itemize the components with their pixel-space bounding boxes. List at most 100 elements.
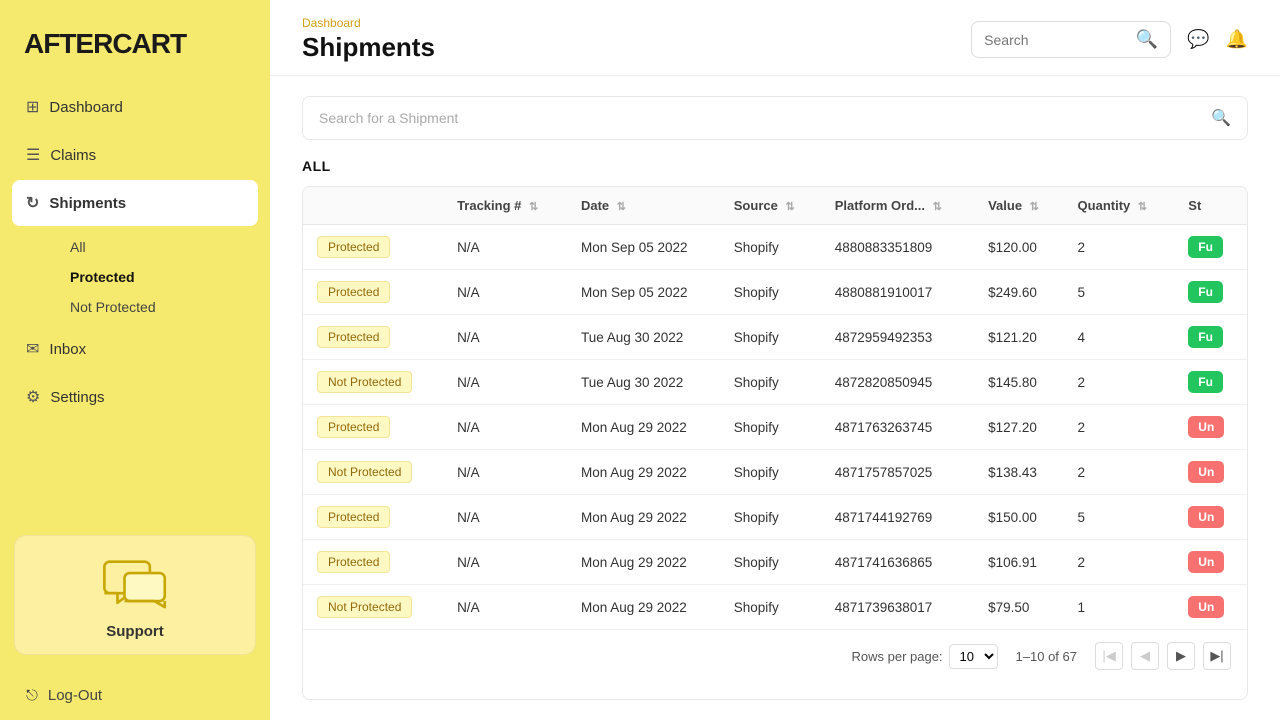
protection-badge: Protected (317, 326, 390, 348)
cell-status: Protected (303, 270, 443, 315)
support-icon-wrap (31, 556, 239, 611)
protection-badge: Protected (317, 416, 390, 438)
cell-source: Shopify (720, 360, 821, 405)
cell-status: Not Protected (303, 585, 443, 630)
section-label: ALL (302, 158, 1248, 174)
cell-date: Mon Aug 29 2022 (567, 540, 720, 585)
sidebar-item-dashboard[interactable]: ⊞ Dashboard (12, 84, 258, 130)
table-row[interactable]: Protected N/A Mon Sep 05 2022 Shopify 48… (303, 270, 1247, 315)
cell-value: $127.20 (974, 405, 1063, 450)
cell-fulfillment: Un (1174, 450, 1247, 495)
cell-quantity: 1 (1064, 585, 1175, 630)
col-status-short: St (1174, 187, 1247, 225)
col-tracking[interactable]: Tracking # ⇅ (443, 187, 567, 225)
logout-label: Log-Out (48, 687, 102, 704)
topbar-right: 🔍 💬 🔔 (971, 21, 1248, 58)
cell-status: Protected (303, 495, 443, 540)
cell-source: Shopify (720, 270, 821, 315)
shipments-table-wrap: Tracking # ⇅ Date ⇅ Source ⇅ Platform Or… (302, 186, 1248, 700)
content-area: Search for a Shipment 🔍 ALL Tracking # ⇅… (270, 76, 1280, 720)
cell-quantity: 5 (1064, 270, 1175, 315)
sidebar-item-label-inbox: Inbox (49, 341, 86, 358)
cell-fulfillment: Un (1174, 405, 1247, 450)
cell-platform-ord: 4871741636865 (821, 540, 974, 585)
dashboard-icon: ⊞ (26, 97, 39, 117)
sidebar-item-settings[interactable]: ⚙ Settings (12, 374, 258, 420)
fulfillment-badge: Fu (1188, 236, 1223, 258)
prev-page-button[interactable]: ◀ (1131, 642, 1159, 670)
col-status (303, 187, 443, 225)
col-source[interactable]: Source ⇅ (720, 187, 821, 225)
logout-button[interactable]: ⎋ Log-Out (0, 671, 270, 720)
sidebar-item-claims[interactable]: ☰ Claims (12, 132, 258, 178)
table-row[interactable]: Not Protected N/A Mon Aug 29 2022 Shopif… (303, 585, 1247, 630)
table-row[interactable]: Protected N/A Mon Sep 05 2022 Shopify 48… (303, 225, 1247, 270)
cell-quantity: 2 (1064, 225, 1175, 270)
cell-tracking: N/A (443, 405, 567, 450)
topbar: Dashboard Shipments 🔍 💬 🔔 (270, 0, 1280, 76)
cell-platform-ord: 4880881910017 (821, 270, 974, 315)
fulfillment-badge: Fu (1188, 281, 1223, 303)
cell-platform-ord: 4871757857025 (821, 450, 974, 495)
fulfillment-badge: Un (1188, 416, 1224, 438)
cell-quantity: 2 (1064, 360, 1175, 405)
notifications-icon[interactable]: 🔔 (1226, 29, 1248, 50)
sidebar-item-inbox[interactable]: ✉ Inbox (12, 326, 258, 372)
cell-source: Shopify (720, 450, 821, 495)
table-body: Protected N/A Mon Sep 05 2022 Shopify 48… (303, 225, 1247, 630)
cell-fulfillment: Fu (1174, 225, 1247, 270)
cell-source: Shopify (720, 495, 821, 540)
cell-source: Shopify (720, 405, 821, 450)
support-label: Support (31, 623, 239, 640)
subnav-not-protected[interactable]: Not Protected (60, 292, 258, 322)
fulfillment-badge: Un (1188, 551, 1224, 573)
cell-date: Mon Aug 29 2022 (567, 405, 720, 450)
inbox-icon: ✉ (26, 339, 39, 359)
col-platform-ord[interactable]: Platform Ord... ⇅ (821, 187, 974, 225)
messages-icon[interactable]: 💬 (1187, 29, 1209, 50)
table-row[interactable]: Protected N/A Tue Aug 30 2022 Shopify 48… (303, 315, 1247, 360)
cell-platform-ord: 4880883351809 (821, 225, 974, 270)
last-page-button[interactable]: ▶| (1203, 642, 1231, 670)
cell-tracking: N/A (443, 540, 567, 585)
cell-platform-ord: 4871739638017 (821, 585, 974, 630)
main-content: Dashboard Shipments 🔍 💬 🔔 Search for a S… (270, 0, 1280, 720)
table-row[interactable]: Not Protected N/A Mon Aug 29 2022 Shopif… (303, 450, 1247, 495)
table-row[interactable]: Not Protected N/A Tue Aug 30 2022 Shopif… (303, 360, 1247, 405)
topbar-search-box[interactable]: 🔍 (971, 21, 1171, 58)
subnav-all[interactable]: All (60, 232, 258, 262)
cell-quantity: 2 (1064, 540, 1175, 585)
col-quantity[interactable]: Quantity ⇅ (1064, 187, 1175, 225)
protection-badge: Not Protected (317, 596, 412, 618)
next-page-button[interactable]: ▶ (1167, 642, 1195, 670)
cell-platform-ord: 4871744192769 (821, 495, 974, 540)
subnav-protected[interactable]: Protected (60, 262, 258, 292)
cell-tracking: N/A (443, 495, 567, 540)
rows-per-page-select[interactable]: 10 25 50 (949, 644, 998, 669)
table-row[interactable]: Protected N/A Mon Aug 29 2022 Shopify 48… (303, 540, 1247, 585)
cell-value: $121.20 (974, 315, 1063, 360)
cell-platform-ord: 4872820850945 (821, 360, 974, 405)
table-row[interactable]: Protected N/A Mon Aug 29 2022 Shopify 48… (303, 405, 1247, 450)
topbar-search-input[interactable] (984, 32, 1128, 48)
protection-badge: Protected (317, 236, 390, 258)
claims-icon: ☰ (26, 145, 40, 165)
cell-fulfillment: Un (1174, 495, 1247, 540)
col-date[interactable]: Date ⇅ (567, 187, 720, 225)
shipment-search-bar[interactable]: Search for a Shipment 🔍 (302, 96, 1248, 140)
cell-quantity: 2 (1064, 450, 1175, 495)
cell-tracking: N/A (443, 450, 567, 495)
protection-badge: Protected (317, 281, 390, 303)
cell-status: Protected (303, 225, 443, 270)
cell-source: Shopify (720, 225, 821, 270)
col-value[interactable]: Value ⇅ (974, 187, 1063, 225)
table-row[interactable]: Protected N/A Mon Aug 29 2022 Shopify 48… (303, 495, 1247, 540)
cell-source: Shopify (720, 540, 821, 585)
sidebar-item-shipments[interactable]: ↻ Shipments (12, 180, 258, 226)
cell-value: $145.80 (974, 360, 1063, 405)
cell-value: $79.50 (974, 585, 1063, 630)
cell-date: Mon Aug 29 2022 (567, 585, 720, 630)
sidebar-item-label-settings: Settings (50, 389, 104, 406)
first-page-button[interactable]: |◀ (1095, 642, 1123, 670)
cell-date: Mon Sep 05 2022 (567, 270, 720, 315)
